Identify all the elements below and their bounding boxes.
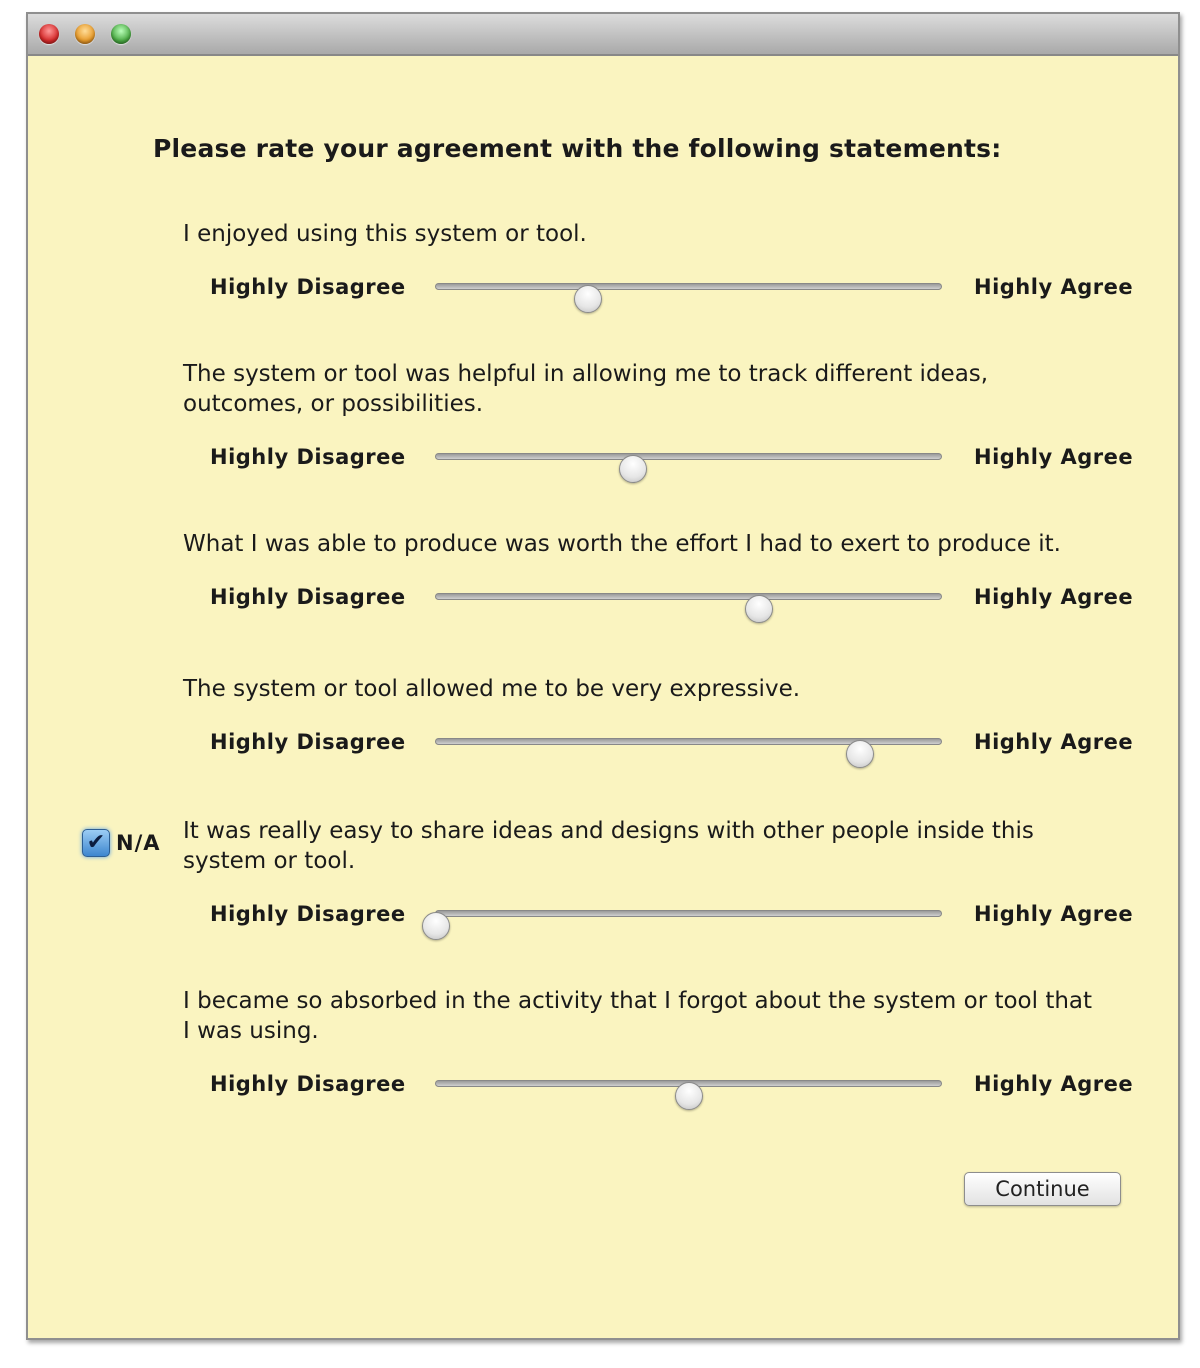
high-label: Highly Agree <box>974 275 1134 299</box>
question-3-slider[interactable] <box>435 593 942 623</box>
slider-thumb[interactable] <box>422 912 450 940</box>
continue-button[interactable]: Continue <box>964 1172 1121 1206</box>
slider-thumb[interactable] <box>846 740 875 768</box>
close-button[interactable] <box>39 24 59 44</box>
question-5-slider[interactable] <box>422 910 942 940</box>
na-checkbox-group[interactable]: ✔ N/A <box>82 829 161 857</box>
slider-thumb[interactable] <box>573 285 602 313</box>
question-1-text: I enjoyed using this system or tool. <box>183 221 587 247</box>
question-5-scale: Highly Disagree Highly Agree <box>28 899 1178 940</box>
zoom-button[interactable] <box>111 24 131 44</box>
high-label: Highly Agree <box>974 1072 1134 1096</box>
low-label: Highly Disagree <box>210 902 406 926</box>
question-6-slider[interactable] <box>435 1080 942 1110</box>
question-4-text: The system or tool allowed me to be very… <box>183 676 801 702</box>
low-label: Highly Disagree <box>210 1072 406 1096</box>
question-1-slider[interactable] <box>435 283 942 313</box>
question-4-scale: Highly Disagree Highly Agree <box>28 727 1178 768</box>
title-bar <box>28 14 1178 56</box>
survey-window: Please rate your agreement with the foll… <box>26 12 1180 1340</box>
low-label: Highly Disagree <box>210 585 406 609</box>
slider-thumb[interactable] <box>674 1082 703 1110</box>
slider-thumb[interactable] <box>618 455 647 483</box>
page-heading: Please rate your agreement with the foll… <box>153 134 1002 163</box>
slider-thumb[interactable] <box>745 595 774 623</box>
question-3-scale: Highly Disagree Highly Agree <box>28 582 1178 623</box>
question-4-slider[interactable] <box>435 738 942 768</box>
question-2-text: The system or tool was helpful in allowi… <box>183 361 989 417</box>
high-label: Highly Agree <box>974 585 1134 609</box>
high-label: Highly Agree <box>974 730 1134 754</box>
high-label: Highly Agree <box>974 902 1134 926</box>
question-6-text: I became so absorbed in the activity tha… <box>183 988 1093 1044</box>
question-2-scale: Highly Disagree Highly Agree <box>28 442 1178 483</box>
question-6-scale: Highly Disagree Highly Agree <box>28 1069 1178 1110</box>
minimize-button[interactable] <box>75 24 95 44</box>
na-checkbox[interactable]: ✔ <box>82 829 110 857</box>
high-label: Highly Agree <box>974 445 1134 469</box>
na-label: N/A <box>116 831 161 855</box>
low-label: Highly Disagree <box>210 275 406 299</box>
question-2-slider[interactable] <box>435 453 942 483</box>
question-5-text: It was really easy to share ideas and de… <box>183 818 1034 874</box>
low-label: Highly Disagree <box>210 730 406 754</box>
low-label: Highly Disagree <box>210 445 406 469</box>
question-3-text: What I was able to produce was worth the… <box>183 531 1061 557</box>
question-1-scale: Highly Disagree Highly Agree <box>28 272 1178 313</box>
